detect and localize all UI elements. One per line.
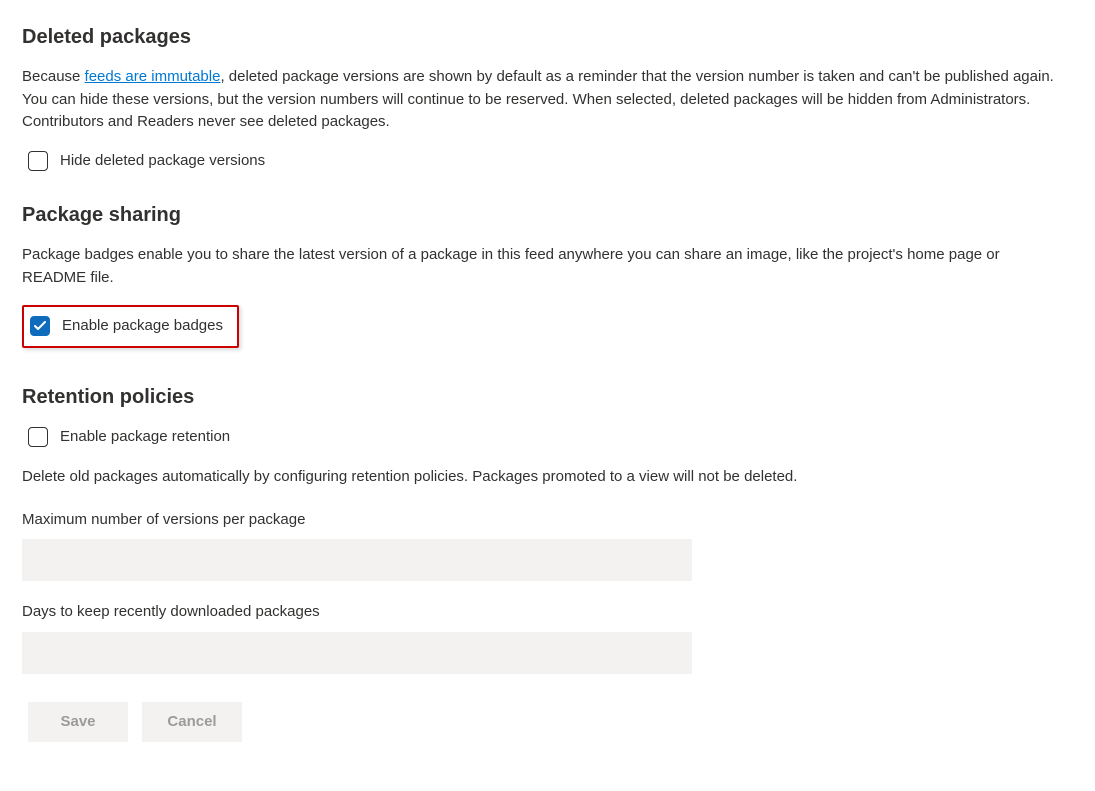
max-versions-input[interactable] <box>22 539 692 581</box>
feeds-immutable-link[interactable]: feeds are immutable <box>85 68 221 85</box>
section-retention-policies: Retention policies Enable package retent… <box>22 382 1073 742</box>
enable-retention-row: Enable package retention <box>28 426 1073 449</box>
retention-description: Delete old packages automatically by con… <box>22 466 1062 489</box>
retention-policies-heading: Retention policies <box>22 382 1073 412</box>
days-keep-label: Days to keep recently downloaded package… <box>22 601 1073 624</box>
desc-text-before: Because <box>22 68 85 85</box>
hide-deleted-checkbox[interactable] <box>28 151 48 171</box>
enable-badges-checkbox[interactable] <box>30 316 50 336</box>
enable-badges-label: Enable package badges <box>62 315 223 338</box>
action-buttons: Save Cancel <box>28 702 1073 742</box>
section-deleted-packages: Deleted packages Because feeds are immut… <box>22 22 1073 172</box>
hide-deleted-label: Hide deleted package versions <box>60 150 265 173</box>
cancel-button[interactable]: Cancel <box>142 702 242 742</box>
enable-retention-label: Enable package retention <box>60 426 230 449</box>
enable-retention-checkbox[interactable] <box>28 427 48 447</box>
enable-badges-highlight: Enable package badges <box>22 305 239 348</box>
hide-deleted-row: Hide deleted package versions <box>28 150 1073 173</box>
days-keep-input[interactable] <box>22 632 692 674</box>
package-sharing-heading: Package sharing <box>22 200 1073 230</box>
deleted-packages-description: Because feeds are immutable, deleted pac… <box>22 66 1062 134</box>
deleted-packages-heading: Deleted packages <box>22 22 1073 52</box>
save-button[interactable]: Save <box>28 702 128 742</box>
package-sharing-description: Package badges enable you to share the l… <box>22 244 1062 289</box>
section-package-sharing: Package sharing Package badges enable yo… <box>22 200 1073 374</box>
max-versions-label: Maximum number of versions per package <box>22 509 1073 532</box>
